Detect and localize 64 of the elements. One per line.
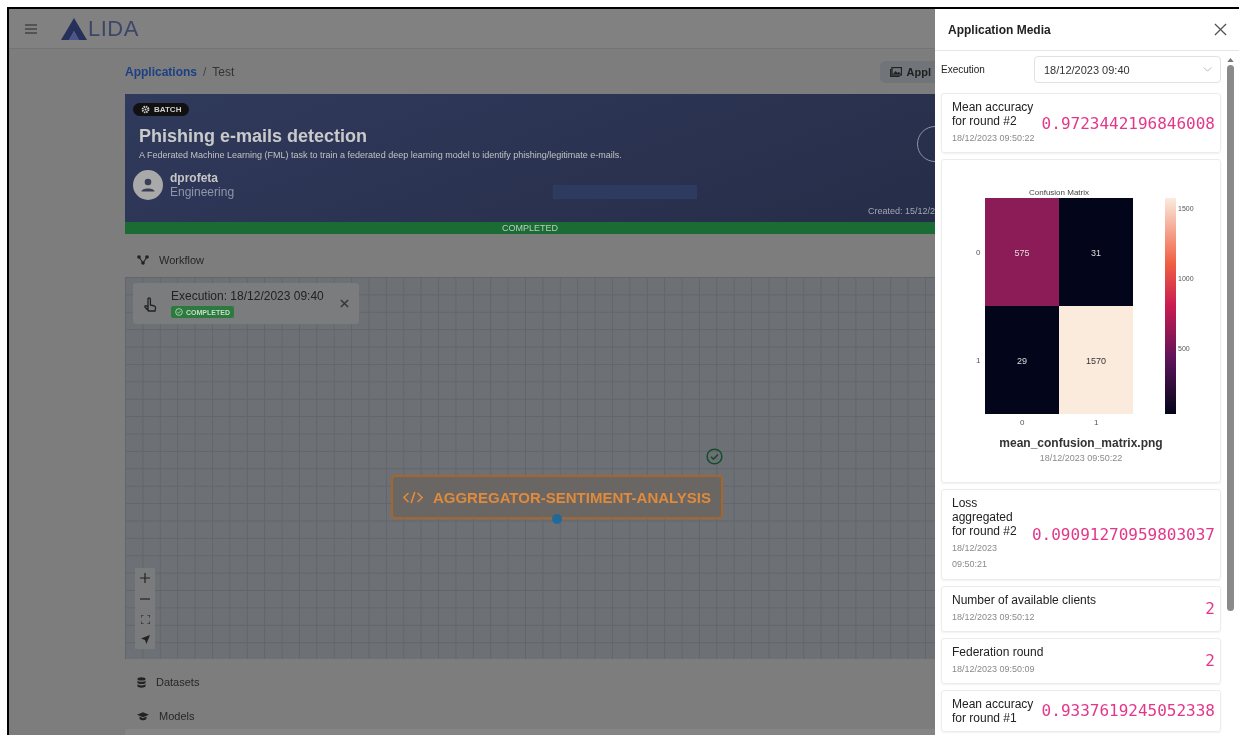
avatar-icon xyxy=(133,170,163,200)
metric-date: 18/12/2023 09:50:09 xyxy=(952,662,1036,676)
workflow-icon xyxy=(137,255,149,265)
metric-label: Mean accuracy for round #1 xyxy=(952,696,1035,725)
application-media-button[interactable]: Appl xyxy=(879,61,935,83)
metric-value: 0.09091270959803037 xyxy=(1031,524,1215,544)
heatmap-cell: 1570 xyxy=(1059,306,1133,415)
scroll-up-icon[interactable] xyxy=(1226,58,1234,62)
heatmap-cell: 31 xyxy=(1059,198,1133,307)
metric-value: 2 xyxy=(1205,651,1215,671)
breadcrumb-link[interactable]: Applications xyxy=(125,65,197,79)
metric-value: 0.9337619245052338 xyxy=(1041,701,1215,721)
axis-tick-label: 0 xyxy=(976,248,981,258)
database-icon xyxy=(137,676,146,688)
execution-label: Execution: 18/12/2023 09:40 xyxy=(171,289,325,303)
axis-tick-label: 1 xyxy=(1094,418,1099,428)
metric-date: 18/12/2023 09:50:21 xyxy=(952,542,999,572)
metric-label: Loss aggregated for round #2 xyxy=(952,496,1018,539)
code-icon xyxy=(402,490,423,504)
metric-label: Federation round xyxy=(952,644,1045,659)
batch-badge: BATCH xyxy=(133,103,190,116)
menu-icon[interactable] xyxy=(25,23,37,34)
gear-icon xyxy=(141,105,150,114)
axis-tick-label: 1 xyxy=(976,356,981,366)
graduation-cap-icon xyxy=(137,711,149,721)
status-bar: COMPLETED xyxy=(125,222,935,234)
section-title[interactable]: Datasets xyxy=(156,676,200,688)
created-date: Created: 15/12/2 xyxy=(867,206,935,216)
application-title: Phishing e-mails detection xyxy=(139,126,369,147)
section-title[interactable]: Models xyxy=(159,710,195,722)
zoom-in-icon[interactable] xyxy=(140,573,150,583)
navigation-arrow-icon[interactable] xyxy=(140,635,150,644)
axis-tick-label: 0 xyxy=(1020,418,1025,428)
image-date: 18/12/2023 09:50:22 xyxy=(1039,452,1123,466)
metric-label: Mean accuracy for round #2 xyxy=(952,100,1035,128)
owner-name: dprofeta xyxy=(170,171,219,185)
field-label: Execution xyxy=(941,64,986,75)
logo-text: LIDA xyxy=(88,15,139,42)
heatmap-cell: 29 xyxy=(985,306,1059,415)
close-icon[interactable] xyxy=(340,299,349,308)
fit-view-icon[interactable] xyxy=(140,615,150,624)
heatmap-title: Confusion Matrix xyxy=(1029,188,1089,198)
breadcrumb-current: Test xyxy=(212,65,235,79)
caret-icon xyxy=(1203,67,1212,72)
owner-team: Engineering xyxy=(170,185,235,199)
metric-value: 2 xyxy=(1205,599,1215,619)
breadcrumb-separator: / xyxy=(203,65,207,79)
image-icon xyxy=(889,67,902,77)
node-port[interactable] xyxy=(552,514,562,524)
logo-icon xyxy=(61,17,87,40)
metric-date: 18/12/2023 09:50:12 xyxy=(952,610,1036,624)
metric-date: 18/12/2023 09:50:22 xyxy=(952,132,1036,145)
scroll-thumb[interactable] xyxy=(1226,65,1234,611)
check-circle-icon xyxy=(175,308,183,316)
image-filename: mean_confusion_matrix.png xyxy=(999,436,1163,451)
heatmap-cell: 575 xyxy=(985,198,1059,307)
metric-label: Number of available clients xyxy=(952,592,1098,607)
panel-title: Application Media xyxy=(948,22,1051,37)
application-description: A Federated Machine Learning (FML) task to train a federated deep learning model to identify phishing/legitimate e-mails. xyxy=(139,150,623,160)
metric-value: 0.9723442196846008 xyxy=(1041,113,1215,133)
workflow-node[interactable]: AGGREGATOR-SENTIMENT-ANALYSIS xyxy=(391,475,723,519)
section-title[interactable]: Workflow xyxy=(159,254,205,266)
close-icon[interactable] xyxy=(1214,23,1227,36)
execution-select[interactable]: 18/12/2023 09:40 xyxy=(1034,56,1221,83)
